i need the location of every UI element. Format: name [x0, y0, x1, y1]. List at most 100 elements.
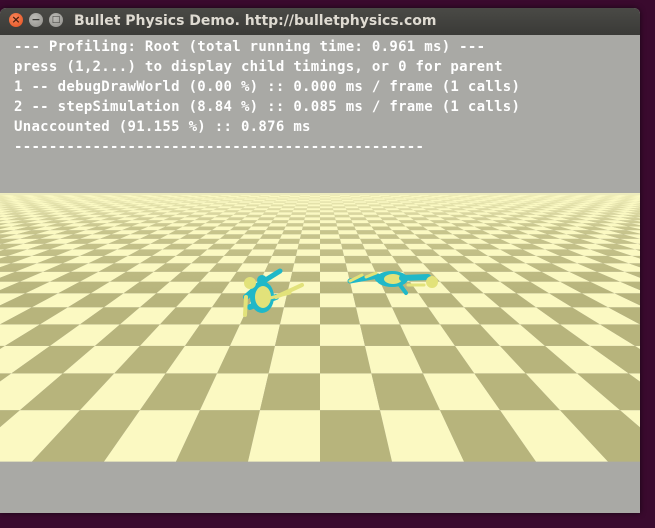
floor-tile	[181, 187, 192, 188]
floor-tile	[536, 184, 548, 185]
floor-tile	[95, 191, 109, 192]
floor-tile	[485, 185, 496, 186]
floor-tile	[300, 182, 307, 183]
floor-tile	[573, 180, 584, 181]
floor-tile	[340, 181, 347, 182]
floor-tile	[66, 187, 80, 188]
floor-tile	[147, 181, 157, 182]
floor-tile	[6, 181, 18, 182]
floor-tile	[11, 189, 27, 190]
floor-tile	[25, 183, 38, 184]
floor-tile	[426, 180, 434, 181]
title-bar[interactable]: × − □ Bullet Physics Demo. http://bullet…	[0, 8, 640, 35]
floor-tile	[328, 187, 336, 188]
floor-tile	[383, 180, 391, 181]
floor-tile	[580, 186, 594, 187]
floor-tile	[583, 185, 596, 186]
floor-tile	[50, 191, 65, 192]
floor-tile	[400, 187, 410, 188]
floor-tile	[54, 183, 66, 184]
floor-tile	[195, 186, 205, 187]
floor-tile	[26, 184, 39, 185]
floor-tile	[118, 180, 128, 181]
floor-tile	[196, 181, 205, 182]
floor-tile	[161, 188, 173, 189]
floor-tile	[369, 183, 377, 184]
floor-tile	[248, 410, 320, 462]
floor-tile	[575, 180, 586, 181]
floor-tile	[176, 181, 185, 182]
floor-tile	[26, 181, 38, 182]
floor-tile	[406, 187, 416, 188]
floor-tile	[361, 182, 369, 183]
floor-tile	[477, 187, 489, 188]
floor-tile	[554, 180, 565, 181]
floor-tile	[257, 191, 267, 192]
floor-tile	[13, 190, 29, 191]
floor-tile	[500, 181, 510, 182]
floor-tile	[636, 185, 640, 186]
floor-tile	[249, 180, 256, 181]
floor-tile	[11, 180, 23, 181]
floor-tile	[126, 183, 137, 184]
floor-tile	[39, 190, 54, 191]
floor-tile	[39, 183, 52, 184]
floor-tile	[232, 190, 243, 191]
floor-tile	[123, 182, 133, 183]
floor-tile	[553, 183, 565, 184]
floor-tile	[518, 183, 529, 184]
floor-tile	[539, 183, 551, 184]
floor-tile	[419, 192, 431, 193]
floor-tile	[455, 185, 466, 186]
floor-tile	[463, 182, 473, 183]
floor-tile	[369, 188, 379, 189]
minimize-button[interactable]: −	[29, 13, 43, 27]
floor-tile	[598, 185, 612, 186]
floor-tile	[184, 187, 195, 188]
floor-tile	[129, 183, 140, 184]
floor-tile	[344, 187, 353, 188]
floor-tile	[285, 182, 292, 183]
floor-tile	[407, 182, 415, 183]
floor-tile	[274, 192, 284, 193]
floor-tile	[312, 187, 320, 188]
floor-tile	[71, 192, 86, 193]
floor-tile	[320, 187, 328, 188]
floor-tile	[542, 183, 553, 184]
floor-tile	[10, 188, 25, 189]
floor-tile	[610, 191, 626, 192]
floor-tile	[334, 184, 342, 185]
floor-tile	[104, 187, 117, 188]
floor-tile	[519, 180, 529, 181]
floor-tile	[270, 183, 278, 184]
floor-tile	[78, 184, 90, 185]
floor-tile	[279, 182, 287, 183]
floor-tile	[251, 182, 259, 183]
floor-tile	[491, 190, 504, 191]
floor-tile	[588, 186, 602, 187]
floor-tile	[565, 182, 577, 183]
floor-tile	[104, 191, 118, 192]
floor-tile	[283, 179, 290, 180]
floor-tile	[339, 180, 346, 181]
floor-tile	[445, 187, 456, 188]
floor-tile	[50, 187, 64, 188]
floor-tile	[244, 182, 252, 183]
floor-tile	[342, 185, 350, 186]
opengl-viewport[interactable]: --- Profiling: Root (total running time:…	[0, 35, 640, 513]
maximize-button[interactable]: □	[49, 13, 63, 27]
floor-tile	[433, 183, 443, 184]
window-title: Bullet Physics Demo. http://bulletphysic…	[74, 13, 437, 29]
floor-tile	[171, 186, 182, 187]
floor-tile	[55, 180, 66, 181]
floor-tile	[577, 190, 592, 191]
floor-tile	[437, 192, 449, 193]
close-button[interactable]: ×	[9, 13, 23, 27]
floor-tile	[345, 180, 352, 181]
floor-tile	[320, 183, 327, 184]
floor-tile	[489, 183, 500, 184]
floor-tile	[628, 185, 641, 186]
floor-tile	[182, 182, 191, 183]
floor-tile	[173, 181, 182, 182]
floor-tile	[602, 181, 614, 182]
